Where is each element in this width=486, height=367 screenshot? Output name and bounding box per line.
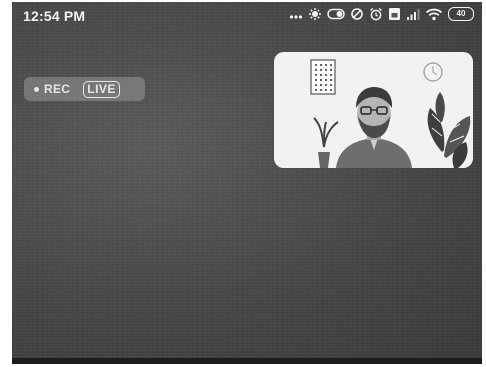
wifi-icon (425, 7, 443, 21)
camera-preview[interactable] (274, 52, 473, 168)
notification-icon (308, 7, 322, 21)
signal-icon (406, 7, 420, 21)
rec-label: REC (44, 82, 71, 96)
status-bar: 12:54 PM 40 (12, 2, 482, 30)
rec-dot-icon (34, 86, 39, 92)
battery-icon: 40 (448, 7, 474, 21)
video-viewport[interactable]: 12:54 PM 40 REC LIVE (12, 2, 482, 360)
live-badge: LIVE (83, 80, 120, 98)
status-icons: 40 (289, 7, 474, 21)
more-dots-icon (289, 7, 303, 21)
bottom-edge (12, 358, 482, 364)
recording-badge: REC LIVE (24, 77, 145, 101)
status-time: 12:54 PM (23, 8, 86, 24)
alarm-icon (369, 7, 383, 21)
sim-icon (388, 7, 401, 21)
toggle-icon (327, 7, 345, 21)
data-saver-icon (350, 7, 364, 21)
